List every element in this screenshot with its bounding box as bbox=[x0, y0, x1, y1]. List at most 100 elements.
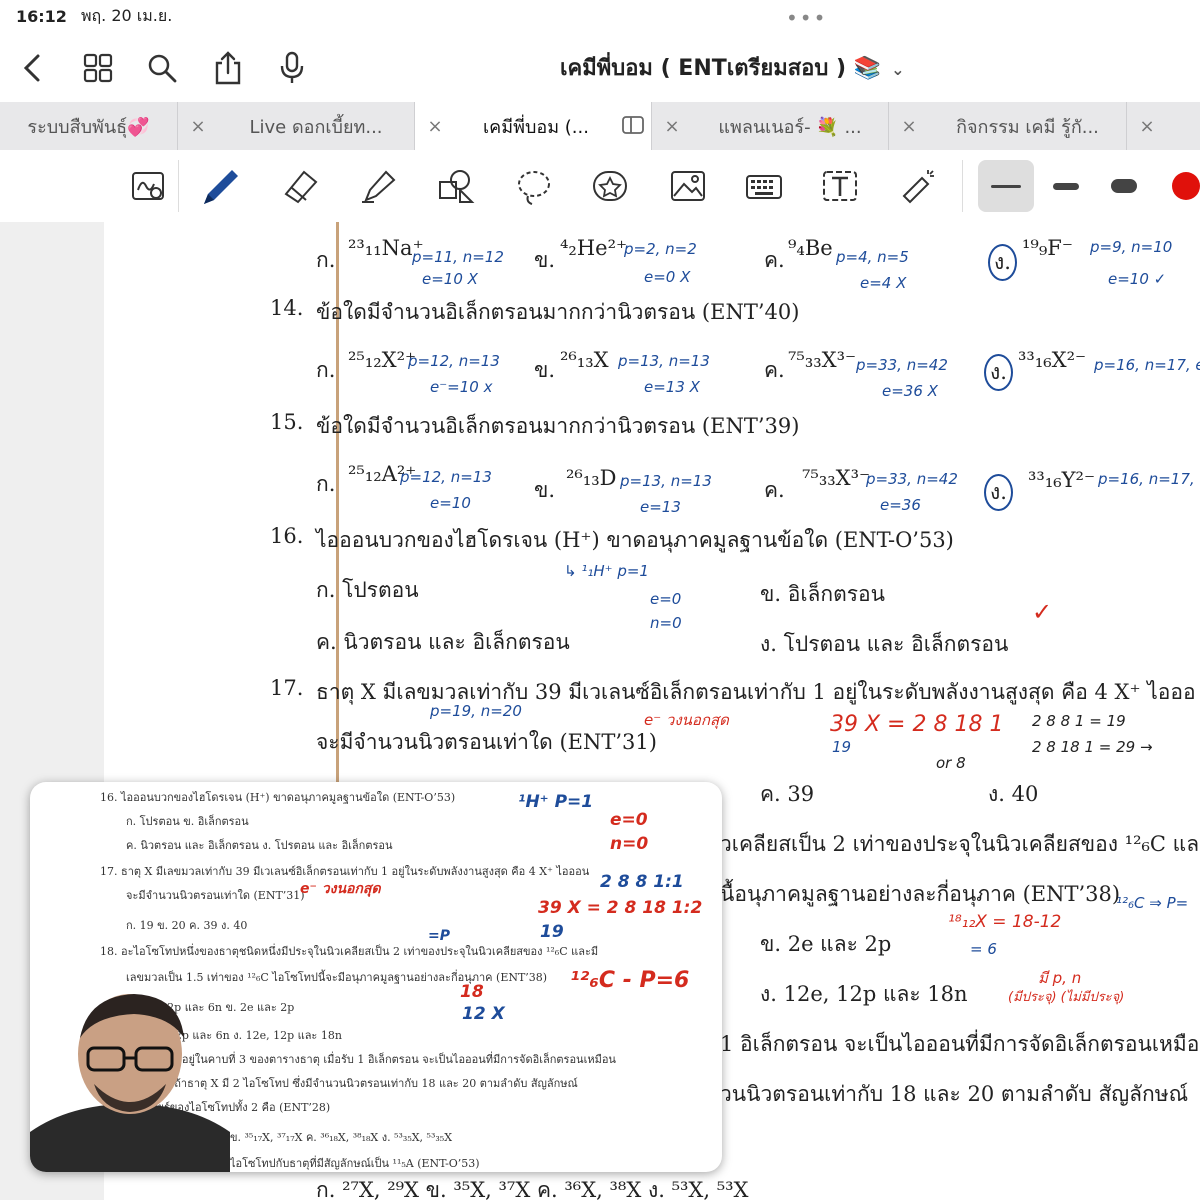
option-label: ข. bbox=[534, 358, 556, 382]
pip-handwritten-note: 18 bbox=[460, 982, 484, 1002]
tab-5[interactable]: × กิจกรรม เคมี รู้กั... bbox=[889, 102, 1127, 150]
highlighter-icon[interactable] bbox=[354, 162, 402, 210]
pip-handwritten-note: e=0 bbox=[610, 810, 648, 830]
nav-bar: เคมีพี่บอม ( ENTเตรียมสอบ ) 📚 ⌄ bbox=[0, 32, 1200, 102]
handwritten-note: e=13 bbox=[640, 498, 681, 516]
pip-text-line: ก. 19 ข. 20 ค. 39 ง. 40 bbox=[126, 919, 248, 932]
eraser-icon[interactable] bbox=[276, 162, 324, 210]
nuclide-symbol: ⁴₂He²⁺ bbox=[560, 236, 628, 260]
grid-icon[interactable] bbox=[78, 48, 118, 88]
pip-handwritten-note: ¹²₆C - P=6 bbox=[570, 968, 690, 993]
stroke-thin-icon[interactable] bbox=[978, 160, 1034, 212]
nuclide-symbol: ²⁵₁₂X²⁺ bbox=[348, 348, 417, 372]
handwritten-note: = 6 bbox=[970, 940, 997, 958]
question-number: 15. bbox=[270, 410, 304, 434]
question-number: 17. bbox=[270, 676, 304, 700]
tab-bar: ระบบสืบพันธุ์💞 × Live ดอกเบี้ยท... × เคม… bbox=[0, 102, 1200, 150]
option-label: ข. bbox=[534, 248, 556, 272]
option-label-circled: ง. bbox=[984, 354, 1013, 391]
status-date: พฤ. 20 เม.ย. bbox=[80, 5, 173, 25]
pip-text-line: 18. อะไอโซโทปหนึ่งของธาตุชนิดหนึ่งมีประจ… bbox=[100, 945, 599, 958]
tab-3-active[interactable]: × เคมีพี่บอม (... bbox=[415, 102, 652, 150]
option-text: ง. 40 bbox=[988, 782, 1039, 806]
option-label: ค. bbox=[764, 478, 785, 502]
lasso-icon[interactable] bbox=[510, 162, 558, 210]
handwritten-note: e=10 bbox=[430, 494, 471, 512]
pip-text-line: ค. นิวตรอน และ อิเล็กตรอน ง. โปรตอน และ … bbox=[126, 839, 393, 852]
question-text: นื้อนุภาคมูลฐานอย่างละกี่อนุภาค (ENT’38) bbox=[720, 882, 1121, 906]
handwritten-note: p=11, n=12 bbox=[412, 248, 504, 266]
handwritten-note: p=12, n=13 bbox=[400, 468, 492, 486]
chevron-down-icon[interactable]: ⌄ bbox=[891, 60, 904, 79]
pip-text-line: 16. ไอออนบวกของไฮโดรเจน (H⁺) ขาดอนุภาคมู… bbox=[100, 791, 456, 804]
option-label: ข. bbox=[534, 478, 556, 502]
question-text: จะมีจำนวนนิวตรอนเท่าใด (ENT’31) bbox=[316, 730, 657, 754]
option-text: ก. โปรตอน bbox=[316, 578, 419, 602]
handwritten-note: n=0 bbox=[650, 614, 682, 632]
video-pip[interactable]: 16. ไอออนบวกของไฮโดรเจน (H⁺) ขาดอนุภาคมู… bbox=[30, 782, 722, 1172]
stroke-thick-icon[interactable] bbox=[1100, 162, 1148, 210]
stroke-medium-icon[interactable] bbox=[1042, 162, 1090, 210]
close-icon[interactable]: × bbox=[652, 116, 692, 137]
question-number: 14. bbox=[270, 296, 304, 320]
tab-1[interactable]: ระบบสืบพันธุ์💞 bbox=[0, 102, 178, 150]
nuclide-symbol: ⁷⁵₃₃X³⁻ bbox=[802, 466, 871, 490]
close-icon[interactable]: × bbox=[889, 116, 929, 137]
share-icon[interactable] bbox=[208, 48, 248, 88]
option-label-circled: ง. bbox=[984, 474, 1013, 511]
color-red-icon[interactable] bbox=[1162, 162, 1200, 210]
search-icon[interactable] bbox=[142, 48, 182, 88]
handwritten-note: e=10 X bbox=[422, 270, 478, 288]
question-text: 1 อิเล็กตรอน จะเป็นไอออนที่มีการจัดอิเล็… bbox=[720, 1032, 1200, 1056]
status-bar: 16:12 พฤ. 20 เม.ย. ••• bbox=[0, 0, 1200, 32]
question-text: ข้อใดมีจำนวนอิเล็กตรอนมากกว่านิวตรอน (EN… bbox=[316, 414, 800, 438]
check-mark: ✓ bbox=[1032, 598, 1053, 626]
pip-handwritten-note: 12 X bbox=[462, 1004, 505, 1024]
option-text: ข. 2e และ 2p bbox=[760, 932, 892, 956]
handwritten-note: e=13 X bbox=[644, 378, 700, 396]
question-text: วนนิวตรอนเท่ากับ 18 และ 20 ตามลำดับ สัญล… bbox=[720, 1082, 1189, 1106]
shapes-icon[interactable] bbox=[432, 162, 480, 210]
pen-icon[interactable] bbox=[196, 162, 244, 210]
handwritten-note: (มีประจุ) (ไม่มีประจุ) bbox=[1008, 990, 1125, 1005]
nuclide-symbol: ³³₁₆X²⁻ bbox=[1018, 348, 1087, 372]
toolbar-divider bbox=[962, 160, 963, 212]
pip-text-line: จะมีจำนวนนิวตรอนเท่าใด (ENT’31) bbox=[126, 889, 305, 902]
close-icon[interactable]: × bbox=[178, 116, 218, 137]
pip-handwritten-note: n=0 bbox=[610, 834, 649, 854]
question-number: 16. bbox=[270, 524, 304, 548]
lasso-zoom-icon[interactable] bbox=[124, 162, 172, 210]
handwritten-note: p=33, n=42 bbox=[866, 470, 958, 488]
laser-pointer-icon[interactable] bbox=[894, 162, 942, 210]
back-icon[interactable] bbox=[12, 48, 52, 88]
nuclide-symbol: ⁷⁵₃₃X³⁻ bbox=[788, 348, 857, 372]
handwritten-note: or 8 bbox=[936, 754, 966, 772]
tab-2[interactable]: × Live ดอกเบี้ยท... bbox=[178, 102, 415, 150]
document-title[interactable]: เคมีพี่บอม ( ENTเตรียมสอบ ) 📚 ⌄ bbox=[560, 50, 1000, 85]
option-row: ก. ²⁷X, ²⁹X ข. ³⁵X, ³⁷X ค. ³⁶X, ³⁸X ง. ⁵… bbox=[316, 1178, 749, 1200]
handwritten-note: ¹²₆C ⇒ P= bbox=[1116, 894, 1189, 912]
tab-6-partial[interactable]: × bbox=[1127, 102, 1200, 150]
handwritten-note: p=33, n=42 bbox=[856, 356, 948, 374]
pip-handwritten-note: 2 8 8 1:1 bbox=[600, 872, 684, 892]
split-view-icon[interactable] bbox=[617, 116, 651, 136]
option-label: ค. bbox=[764, 358, 785, 382]
close-icon[interactable]: × bbox=[1127, 116, 1167, 137]
nuclide-symbol: ³³₁₆Y²⁻ bbox=[1028, 468, 1096, 492]
sticker-icon[interactable] bbox=[586, 162, 634, 210]
tab-4[interactable]: × แพลนเนอร์- 💐 ... bbox=[652, 102, 889, 150]
close-icon[interactable]: × bbox=[415, 116, 455, 137]
nuclide-symbol: ²⁶₁₃X bbox=[560, 348, 609, 372]
pip-handwritten-note: e⁻ วงนอกสุด bbox=[300, 881, 381, 897]
pip-text-line: ข. ³⁵₁₇X, ³⁷₁₇X ค. ³⁶₁₈X, ³⁸₁₈X ง. ⁵³₃₅X… bbox=[230, 1131, 453, 1144]
text-box-icon[interactable] bbox=[816, 162, 864, 210]
handwritten-note: 19 bbox=[832, 738, 852, 756]
keyboard-icon[interactable] bbox=[740, 162, 788, 210]
handwritten-note: 39 X = 2 8 18 1 bbox=[830, 712, 1004, 737]
handwritten-note: e=0 bbox=[650, 590, 682, 608]
multitask-dots[interactable]: ••• bbox=[786, 6, 827, 30]
image-icon[interactable] bbox=[664, 162, 712, 210]
pip-handwritten-note: ¹H⁺ P=1 bbox=[518, 792, 594, 812]
handwritten-note: ↳ ¹₁H⁺ p=1 bbox=[564, 562, 649, 580]
microphone-icon[interactable] bbox=[272, 48, 312, 88]
